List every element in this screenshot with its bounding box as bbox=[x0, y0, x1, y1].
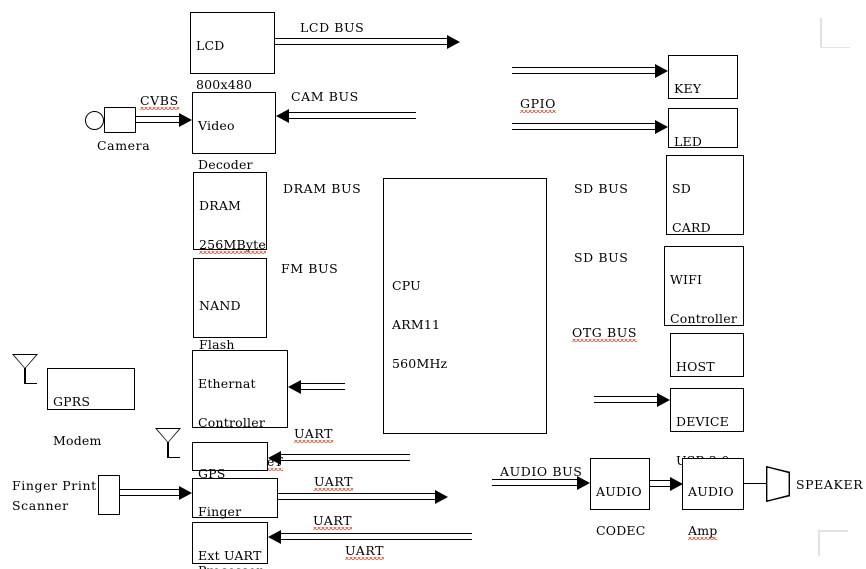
label-uart-2: UART bbox=[314, 474, 354, 489]
arrow-fp-sensor-to-processor bbox=[120, 485, 192, 500]
block-cpu[interactable]: CPU ARM11 560MHz bbox=[383, 178, 547, 434]
antenna-gps-icon bbox=[155, 428, 183, 459]
label-uart-3: UART bbox=[313, 513, 353, 528]
arrow-codec-to-amp bbox=[650, 476, 683, 491]
block-dram[interactable]: DRAM 256MByte bbox=[193, 172, 267, 253]
fingerprint-sensor-icon bbox=[98, 475, 120, 515]
label-lcd-bus: LCD BUS bbox=[300, 20, 365, 35]
label-cvbs: CVBS bbox=[140, 93, 179, 108]
arrow-fp-processor-uart bbox=[278, 489, 448, 504]
block-gprs-line-1: Modem bbox=[53, 433, 102, 449]
block-wifi-controller[interactable]: WIFI Controller Up to 54M bbox=[664, 246, 744, 365]
page-corner-mark-top-right bbox=[820, 18, 850, 48]
block-gps[interactable]: GPS bbox=[192, 442, 268, 481]
label-audio-bus: AUDIO BUS bbox=[500, 464, 583, 479]
label-sd-bus-2: SD BUS bbox=[574, 250, 629, 265]
label-uart-3-text: UART bbox=[313, 513, 353, 528]
block-usb-host-line-0: HOST bbox=[676, 359, 715, 375]
label-otg-bus-text: OTG BUS bbox=[572, 325, 638, 340]
block-nand-flash[interactable]: NAND Flash bbox=[193, 258, 267, 352]
label-cvbs-text: CVBS bbox=[140, 93, 179, 108]
label-sd-bus-1: SD BUS bbox=[574, 181, 629, 196]
block-audio-amp-line-0: AUDIO bbox=[688, 484, 734, 500]
block-usb-device-line-0: DEVICE bbox=[676, 414, 730, 430]
label-uart-1-text: UART bbox=[294, 426, 334, 441]
arrow-cam-bus bbox=[276, 108, 416, 123]
block-diagram-canvas: LCD 800x480 LCD BUS Camera CVBS Video De… bbox=[0, 0, 866, 569]
label-camera: Camera bbox=[97, 138, 151, 153]
arrow-gps-uart bbox=[268, 450, 410, 465]
arrow-lcd-bus bbox=[275, 34, 460, 49]
label-otg-bus: OTG BUS bbox=[572, 325, 638, 340]
antenna-gprs-icon bbox=[12, 354, 40, 385]
speaker-icon-inner bbox=[767, 467, 789, 501]
block-ext-uart[interactable]: Ext UART 4Port bbox=[192, 522, 268, 564]
page-corner-mark-bottom-right bbox=[818, 530, 848, 556]
block-ethernet-line-0: Ethernat bbox=[198, 376, 256, 392]
block-audio-codec-line-1: CODEC bbox=[596, 523, 646, 539]
label-uart-1: UART bbox=[294, 426, 334, 441]
block-led-line-0: LED bbox=[674, 134, 703, 150]
block-fingerprint-processor[interactable]: Finger Print Processor bbox=[192, 478, 278, 569]
block-sd-card-connector[interactable]: SD CARD Connector bbox=[666, 155, 744, 274]
block-wifi-line-0: WIFI bbox=[670, 272, 703, 288]
label-uart-4-text: UART bbox=[345, 543, 385, 558]
block-usb-device[interactable]: DEVICE USB 2.0 bbox=[670, 388, 744, 468]
label-fp-scanner-line-1: Scanner bbox=[12, 498, 69, 513]
block-nand-line-0: NAND bbox=[199, 298, 241, 314]
block-dram-line-0: DRAM bbox=[199, 198, 242, 214]
block-ethernet-controller[interactable]: Ethernat Controller 10/100BaseT bbox=[192, 350, 288, 469]
block-audio-codec-line-0: AUDIO bbox=[596, 484, 642, 500]
label-gpio: GPIO bbox=[520, 96, 556, 111]
block-cpu-line-2: 560MHz bbox=[392, 355, 448, 371]
label-speaker: SPEAKER bbox=[796, 477, 864, 492]
block-audio-amp[interactable]: AUDIO Amp bbox=[682, 458, 744, 539]
block-video-decoder-line-0: Video bbox=[198, 118, 235, 134]
arrow-audio-bus bbox=[492, 475, 590, 490]
camera-lens-icon bbox=[85, 111, 104, 130]
arrow-gpio-keypad bbox=[512, 63, 668, 78]
block-cpu-line-0: CPU bbox=[392, 278, 421, 294]
arrow-gpio-led bbox=[512, 119, 668, 134]
block-led[interactable]: LED bbox=[668, 108, 738, 150]
block-video-decoder[interactable]: Video Decoder VGA bbox=[192, 92, 276, 211]
label-gpio-text: GPIO bbox=[520, 96, 556, 111]
block-usb-host[interactable]: HOST USB 1.0 bbox=[670, 333, 744, 413]
label-fp-scanner-line-0: Finger Print bbox=[12, 478, 97, 493]
camera-body-icon bbox=[104, 107, 136, 133]
block-ext-uart-line-0: Ext UART bbox=[198, 548, 262, 564]
block-lcd-line-0: LCD bbox=[196, 38, 225, 54]
block-ethernet-line-1: Controller bbox=[198, 415, 266, 431]
block-gprs-modem[interactable]: GPRS Modem bbox=[47, 368, 135, 448]
block-wifi-line-1: Controller bbox=[670, 311, 738, 327]
label-dram-bus: DRAM BUS bbox=[283, 181, 362, 196]
block-keypad[interactable]: KEY PAD bbox=[668, 55, 738, 135]
block-audio-amp-line-1: Amp bbox=[688, 523, 718, 539]
block-keypad-line-0: KEY bbox=[674, 81, 702, 97]
block-lcd[interactable]: LCD 800x480 bbox=[190, 12, 275, 92]
block-cpu-line-1: ARM11 bbox=[392, 317, 441, 333]
arrow-ethernet-bus bbox=[288, 379, 345, 394]
label-cam-bus: CAM BUS bbox=[291, 89, 359, 104]
wire-amp-to-speaker bbox=[744, 483, 766, 485]
block-sd-card-line-0: SD bbox=[672, 181, 691, 197]
block-dram-line-1: 256MByte bbox=[199, 237, 266, 253]
label-uart-4: UART bbox=[345, 543, 385, 558]
block-audio-codec[interactable]: AUDIO CODEC bbox=[590, 458, 650, 538]
arrow-ext-uart bbox=[268, 529, 472, 544]
block-sd-card-line-1: CARD bbox=[672, 220, 711, 236]
block-gprs-line-0: GPRS bbox=[53, 394, 91, 410]
label-fm-bus: FM BUS bbox=[281, 261, 339, 276]
arrow-otg-usb-device bbox=[594, 392, 670, 407]
arrow-cvbs bbox=[136, 112, 192, 127]
label-uart-2-text: UART bbox=[314, 474, 354, 489]
